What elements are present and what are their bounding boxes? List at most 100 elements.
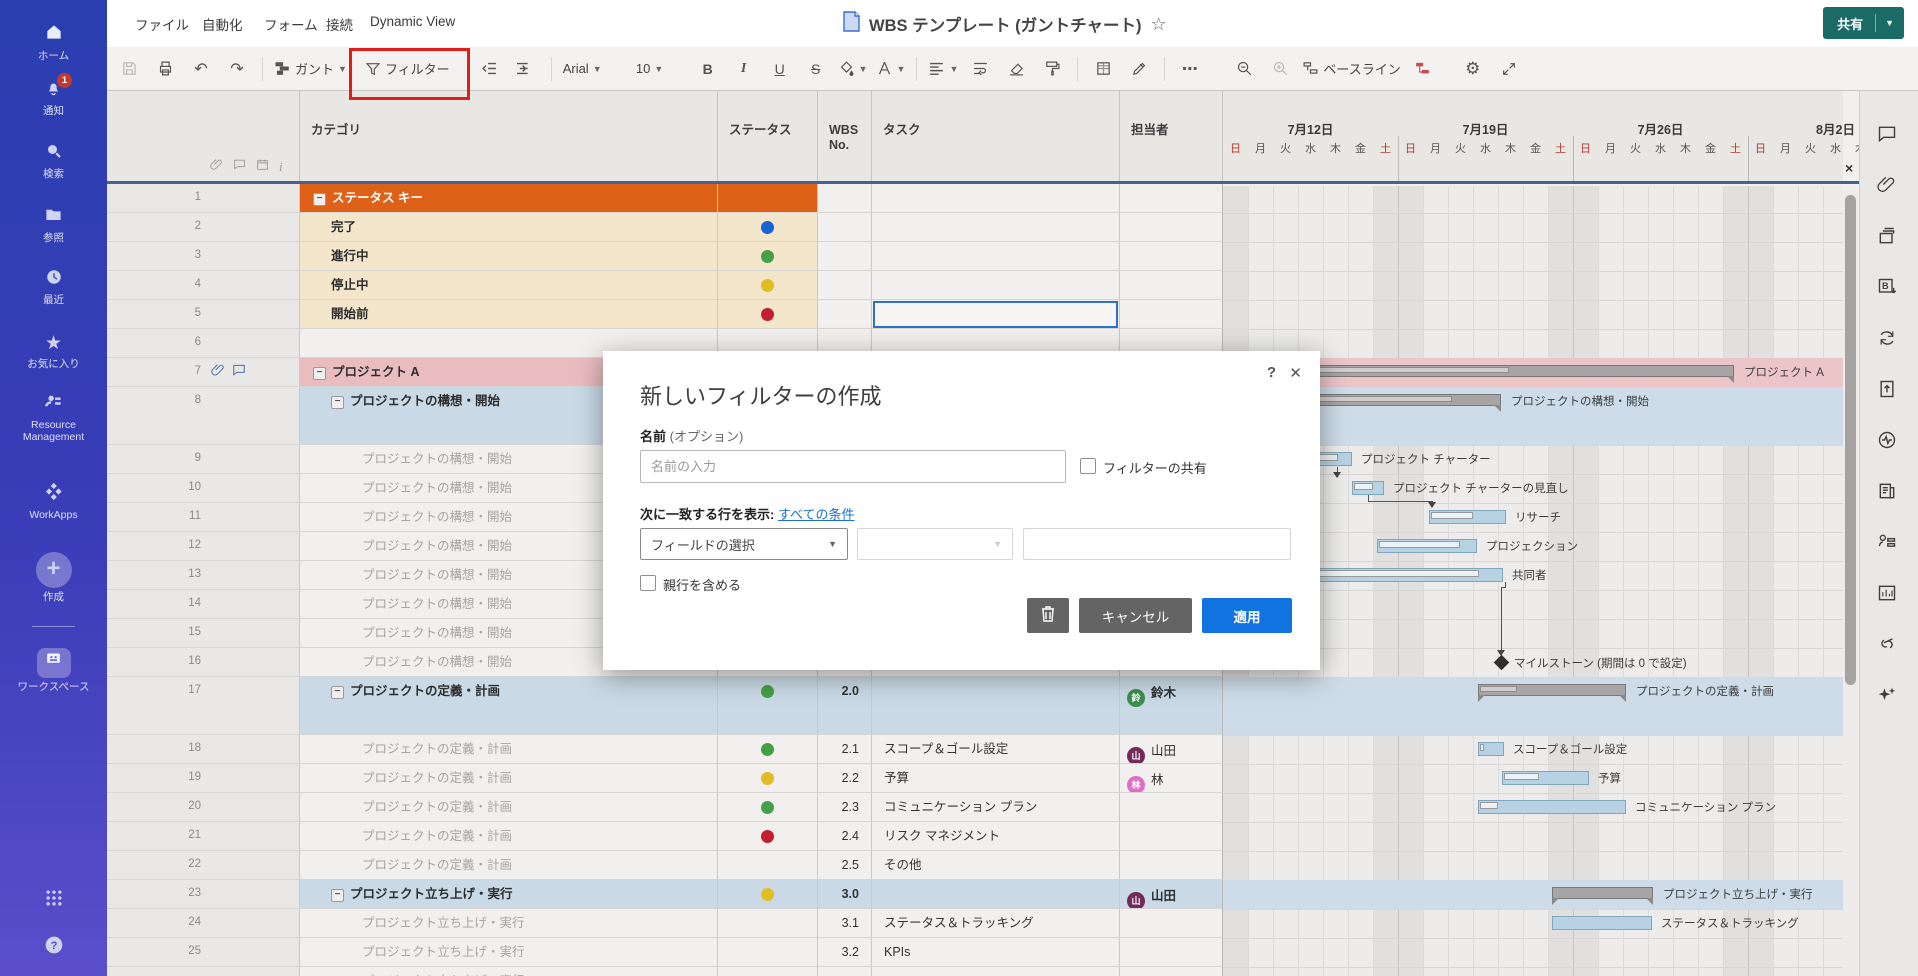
filter-name-input[interactable] [640, 450, 1066, 483]
status-cell-25[interactable] [718, 938, 818, 967]
font-color-button[interactable]: ▼ [872, 55, 910, 83]
sidebar-item-folder[interactable]: 参照 [0, 205, 107, 244]
task-cell-1[interactable] [872, 184, 1120, 213]
wbs-cell-18[interactable]: 2.1 [818, 735, 872, 764]
sidebar-item-people[interactable]: ResourceManagement [0, 392, 107, 443]
task-column-header[interactable]: タスク [872, 90, 1120, 183]
share-button[interactable]: 共有▼ [1823, 7, 1904, 39]
status-cell-19[interactable] [718, 764, 818, 793]
row-header-18[interactable]: 18 [107, 735, 300, 764]
assignee-cell-23[interactable]: 山山田 [1120, 880, 1223, 909]
status-cell-5[interactable] [718, 300, 818, 329]
collapse-icon[interactable]: − [331, 889, 344, 902]
dialog-help-icon[interactable]: ? [1267, 364, 1276, 381]
summary-panel-button[interactable] [1877, 481, 1897, 506]
sidebar-item-star[interactable]: ★お気に入り [0, 332, 107, 370]
wbs-cell-19[interactable]: 2.2 [818, 764, 872, 793]
settings-gear-button[interactable]: ⚙ [1455, 55, 1491, 83]
row-header-21[interactable]: 21 [107, 822, 300, 851]
category-cell-2[interactable]: 完了 [300, 213, 718, 242]
activity-log-panel-button[interactable] [1877, 430, 1897, 455]
status-cell-20[interactable] [718, 793, 818, 822]
wbs-cell-17[interactable]: 2.0 [818, 677, 872, 735]
row-header-19[interactable]: 19 [107, 764, 300, 793]
more-button[interactable]: ⋯ [1172, 55, 1208, 83]
fill-color-button[interactable]: ▼ [834, 55, 872, 83]
task-cell-18[interactable]: スコープ＆ゴール設定 [872, 735, 1120, 764]
wbs-column-header[interactable]: WBS No. [818, 90, 872, 183]
assignee-cell-25[interactable] [1120, 938, 1223, 967]
row-header-17[interactable]: 17 [107, 677, 300, 735]
sidebar-help-button[interactable]: ? [0, 935, 107, 963]
selected-cell-outline[interactable] [873, 301, 1118, 328]
status-cell-24[interactable] [718, 909, 818, 938]
row-header-9[interactable]: 9 [107, 445, 300, 474]
assignee-cell-3[interactable] [1120, 242, 1223, 271]
wbs-cell-23[interactable]: 3.0 [818, 880, 872, 909]
paperclip-icon[interactable] [211, 363, 225, 380]
status-cell-18[interactable] [718, 735, 818, 764]
gantt-task-bar[interactable] [1429, 510, 1506, 524]
comment-panel-button[interactable] [1877, 124, 1897, 149]
status-cell-1[interactable] [718, 184, 818, 213]
ai-sparkle-panel-button[interactable] [1877, 685, 1897, 710]
task-cell-19[interactable]: 予算 [872, 764, 1120, 793]
gantt-task-bar[interactable] [1478, 742, 1504, 756]
row-header-25[interactable]: 25 [107, 938, 300, 967]
category-cell-25[interactable]: プロジェクト立ち上げ・実行 [300, 938, 718, 967]
wbs-cell-22[interactable]: 2.5 [818, 851, 872, 880]
row-header-1[interactable]: 1 [107, 184, 300, 213]
gantt-task-bar[interactable] [1478, 800, 1626, 814]
status-cell-3[interactable] [718, 242, 818, 271]
sidebar-item-clock[interactable]: 最近 [0, 268, 107, 306]
task-cell-25[interactable]: KPIs [872, 938, 1120, 967]
update-requests-panel-button[interactable] [1877, 328, 1897, 353]
category-cell-19[interactable]: プロジェクトの定義・計画 [300, 764, 718, 793]
category-cell-26[interactable]: プロジェクト立ち上げ・実行 [300, 967, 718, 976]
format-painter-button[interactable] [1034, 55, 1070, 83]
row-header-12[interactable]: 12 [107, 532, 300, 561]
publish-panel-button[interactable] [1877, 379, 1897, 404]
collapse-icon[interactable]: − [331, 396, 344, 409]
status-column-header[interactable]: ステータス [718, 90, 818, 183]
wbs-cell-24[interactable]: 3.1 [818, 909, 872, 938]
sidebar-item-home[interactable]: ホーム [0, 22, 107, 62]
print-button[interactable] [147, 55, 183, 83]
wbs-cell-3[interactable] [818, 242, 872, 271]
undo-button[interactable]: ↶ [183, 55, 219, 83]
category-cell-4[interactable]: 停止中 [300, 271, 718, 300]
assignee-cell-17[interactable]: 鈴鈴木 [1120, 677, 1223, 735]
menu-2[interactable]: フォーム [264, 14, 318, 34]
task-cell-26[interactable] [872, 967, 1120, 976]
gantt-task-bar[interactable] [1552, 916, 1652, 930]
collapse-icon[interactable]: − [313, 193, 326, 206]
category-cell-20[interactable]: プロジェクトの定義・計画 [300, 793, 718, 822]
task-cell-17[interactable] [872, 677, 1120, 735]
gantt-milestone[interactable] [1494, 655, 1510, 671]
sidebar-item-search[interactable]: 検索 [0, 142, 107, 180]
gantt-task-bar[interactable] [1352, 481, 1384, 495]
include-parent-checkbox[interactable] [640, 575, 656, 591]
dialog-close-icon[interactable]: ✕ [1289, 364, 1302, 382]
menu-4[interactable]: Dynamic View [370, 14, 455, 29]
status-cell-4[interactable] [718, 271, 818, 300]
critical-path-button[interactable] [1405, 55, 1441, 83]
brandfolder-panel-button[interactable]: B [1877, 277, 1897, 302]
delete-filter-button[interactable] [1027, 598, 1069, 633]
assignee-cell-2[interactable] [1120, 213, 1223, 242]
menu-3[interactable]: 接続 [326, 14, 353, 34]
category-column-header[interactable]: カテゴリ [300, 90, 718, 183]
scrollbar-thumb[interactable] [1845, 195, 1856, 685]
all-conditions-link[interactable]: すべての条件 [778, 507, 855, 522]
vertical-scrollbar[interactable] [1843, 190, 1858, 976]
wbs-cell-1[interactable] [818, 184, 872, 213]
baseline-button[interactable]: ベースライン [1298, 55, 1404, 83]
apply-button[interactable]: 適用 [1202, 598, 1292, 633]
category-cell-24[interactable]: プロジェクト立ち上げ・実行 [300, 909, 718, 938]
task-cell-23[interactable] [872, 880, 1120, 909]
font-family-dropdown[interactable]: Arial▼ [559, 55, 606, 83]
category-cell-5[interactable]: 開始前 [300, 300, 718, 329]
status-cell-23[interactable] [718, 880, 818, 909]
assignee-cell-1[interactable] [1120, 184, 1223, 213]
align-button[interactable]: ▼ [924, 55, 962, 83]
